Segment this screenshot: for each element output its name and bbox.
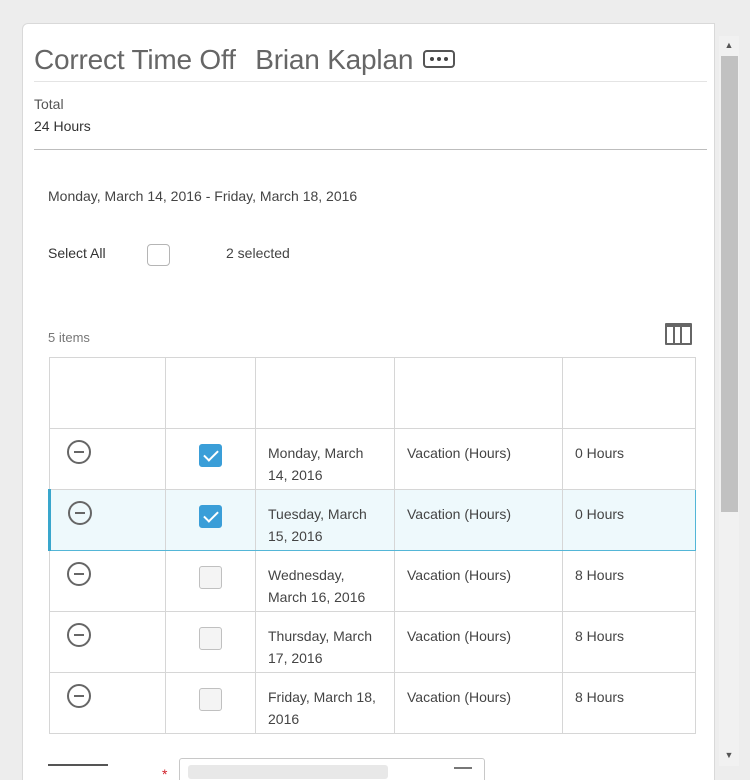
row-type: Vacation (Hours)	[394, 672, 563, 734]
partial-field-input[interactable]	[179, 758, 485, 780]
divider	[34, 149, 707, 150]
partial-field-label	[48, 764, 108, 774]
remove-row-icon[interactable]	[67, 440, 91, 464]
row-date: Thursday, March 17, 2016	[255, 611, 395, 673]
required-indicator: *	[162, 766, 168, 780]
remove-row-icon[interactable]	[68, 501, 92, 525]
table-row[interactable]: Monday, March 14, 2016 Vacation (Hours) …	[49, 428, 696, 490]
row-date: Wednesday, March 16, 2016	[255, 550, 395, 612]
total-label: Total	[34, 96, 64, 112]
scroll-up-icon[interactable]: ▲	[719, 36, 739, 54]
column-header	[394, 357, 563, 429]
page-header: Correct Time Off Brian Kaplan	[34, 38, 707, 82]
prompt-list-icon[interactable]	[454, 767, 472, 770]
selected-item-pill	[188, 765, 388, 779]
table-row[interactable]: Thursday, March 17, 2016 Vacation (Hours…	[49, 611, 696, 673]
column-header	[562, 357, 696, 429]
scrollbar-thumb[interactable]	[721, 56, 738, 512]
page-title-text: Correct Time Off	[34, 43, 236, 75]
row-date: Friday, March 18, 2016	[255, 672, 395, 734]
items-count: 5 items	[48, 330, 90, 345]
select-all-label: Select All	[48, 245, 106, 261]
row-hours: 0 Hours	[562, 428, 696, 490]
row-checkbox[interactable]	[199, 444, 222, 467]
row-hours: 8 Hours	[562, 611, 696, 673]
row-hours: 8 Hours	[562, 672, 696, 734]
column-header	[255, 357, 395, 429]
total-value: 24 Hours	[34, 118, 91, 134]
table-row[interactable]: Friday, March 18, 2016 Vacation (Hours) …	[49, 672, 696, 734]
select-all-checkbox[interactable]	[147, 244, 170, 266]
column-header	[165, 357, 256, 429]
row-type: Vacation (Hours)	[394, 550, 563, 612]
column-header	[49, 357, 166, 429]
row-date: Tuesday, March 15, 2016	[255, 489, 395, 551]
correct-time-off-panel: Correct Time Off Brian Kaplan Total 24 H…	[22, 23, 715, 780]
row-date: Monday, March 14, 2016	[255, 428, 395, 490]
ellipsis-icon[interactable]	[423, 49, 456, 68]
page-title: Correct Time Off Brian Kaplan	[34, 44, 413, 76]
scroll-down-icon[interactable]: ▼	[719, 746, 739, 764]
selected-count: 2 selected	[226, 245, 290, 261]
table-row[interactable]: Wednesday, March 16, 2016 Vacation (Hour…	[49, 550, 696, 612]
table-row[interactable]: Tuesday, March 15, 2016 Vacation (Hours)…	[48, 489, 696, 551]
date-range: Monday, March 14, 2016 - Friday, March 1…	[48, 188, 358, 204]
row-hours: 8 Hours	[562, 550, 696, 612]
worker-name: Brian Kaplan	[255, 43, 414, 75]
remove-row-icon[interactable]	[67, 684, 91, 708]
row-checkbox[interactable]	[199, 688, 222, 711]
grid-header-row	[49, 357, 696, 429]
row-checkbox[interactable]	[199, 566, 222, 589]
row-checkbox[interactable]	[199, 505, 222, 528]
time-off-grid: Monday, March 14, 2016 Vacation (Hours) …	[48, 357, 696, 734]
row-hours: 0 Hours	[562, 489, 696, 551]
row-type: Vacation (Hours)	[394, 428, 563, 490]
row-checkbox[interactable]	[199, 627, 222, 650]
remove-row-icon[interactable]	[67, 562, 91, 586]
remove-row-icon[interactable]	[67, 623, 91, 647]
row-type: Vacation (Hours)	[394, 489, 563, 551]
row-type: Vacation (Hours)	[394, 611, 563, 673]
columns-icon[interactable]	[665, 323, 692, 345]
